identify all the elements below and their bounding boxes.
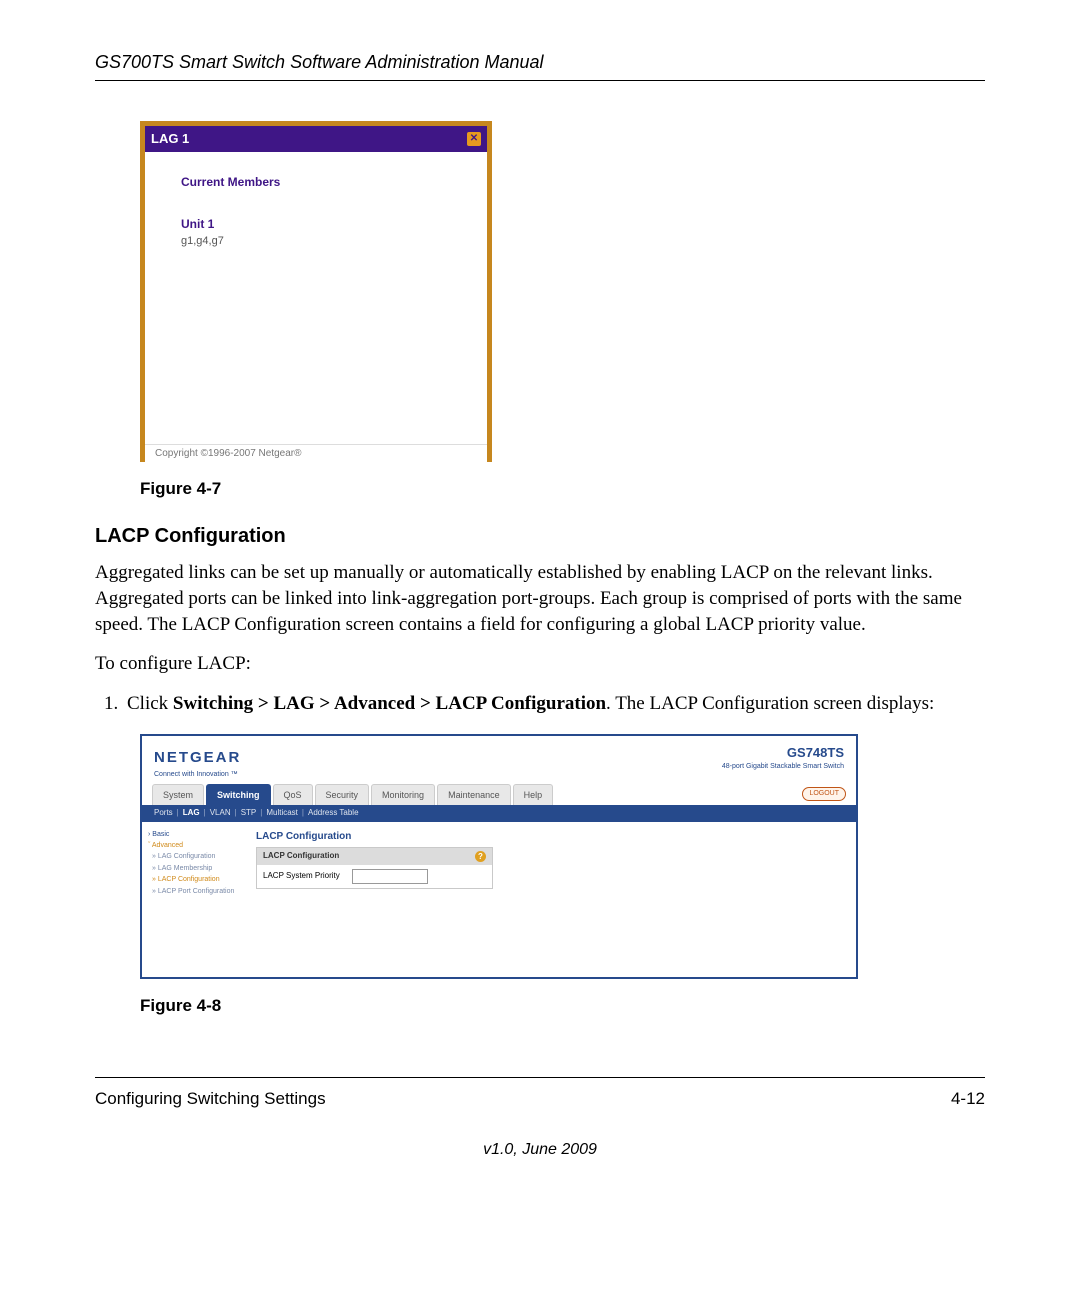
popup-title: LAG 1 [151,130,189,148]
paragraph-1: Aggregated links can be set up manually … [95,560,985,637]
lag-popup: LAG 1 ✕ Current Members Unit 1 g1,g4,g7 … [140,121,492,462]
model-name: GS748TS [722,744,844,762]
config-panel: LACP Configuration ? LACP System Priorit… [256,847,493,889]
subtab-stp[interactable]: STP [241,808,257,819]
tab-system[interactable]: System [152,784,204,805]
step-list: Click Switching > LAG > Advanced > LACP … [95,691,985,717]
footer-version: v1.0, June 2009 [95,1139,985,1161]
priority-input[interactable] [352,869,428,884]
subtab-lag[interactable]: LAG [183,808,200,819]
figure-4-7: LAG 1 ✕ Current Members Unit 1 g1,g4,g7 … [140,121,985,462]
step-1-pre: Click [127,693,173,714]
brand-tagline: Connect with Innovation ™ [154,770,241,779]
subtab-vlan[interactable]: VLAN [210,808,231,819]
close-icon[interactable]: ✕ [467,132,481,146]
priority-label: LACP System Priority [263,871,340,882]
running-header: GS700TS Smart Switch Software Administra… [95,50,985,81]
tab-maintenance[interactable]: Maintenance [437,784,511,805]
main-tab-row: System Switching QoS Security Monitoring… [142,784,856,805]
content-title: LACP Configuration [256,830,844,844]
page-footer: Configuring Switching Settings 4-12 [95,1078,985,1111]
panel-title: LACP Configuration [263,851,339,862]
model-block: GS748TS 48-port Gigabit Stackable Smart … [722,744,844,771]
subtab-address-table[interactable]: Address Table [308,808,359,819]
tab-qos[interactable]: QoS [273,784,313,805]
side-item-lag-membership[interactable]: » LAG Membership [152,864,238,873]
side-item-lacp-config[interactable]: » LACP Configuration [152,875,238,884]
side-nav: › Basic ˇ Advanced » LAG Configuration »… [142,822,244,977]
subtab-multicast[interactable]: Multicast [266,808,298,819]
content-area: LACP Configuration LACP Configuration ? … [244,822,856,977]
priority-row: LACP System Priority [257,865,492,888]
side-basic[interactable]: › Basic [148,830,238,839]
tab-monitoring[interactable]: Monitoring [371,784,435,805]
page-footer-version: v1.0, June 2009 [95,1111,985,1161]
footer-left: Configuring Switching Settings [95,1088,326,1111]
figure-4-8-caption: Figure 4-8 [140,995,985,1018]
unit-ports: g1,g4,g7 [181,234,451,249]
side-advanced[interactable]: ˇ Advanced [148,841,238,850]
tab-switching[interactable]: Switching [206,784,271,805]
popup-titlebar: LAG 1 ✕ [145,126,487,152]
tab-security[interactable]: Security [315,784,370,805]
subtab-ports[interactable]: Ports [154,808,173,819]
lacp-screen: NETGEAR Connect with Innovation ™ GS748T… [140,734,858,978]
side-item-lacp-port-config[interactable]: » LACP Port Configuration [152,887,238,896]
sub-tab-bar: Ports| LAG| VLAN| STP| Multicast| Addres… [142,805,856,822]
side-item-lag-config[interactable]: » LAG Configuration [152,852,238,861]
model-desc: 48-port Gigabit Stackable Smart Switch [722,762,844,771]
figure-4-8: NETGEAR Connect with Innovation ™ GS748T… [140,734,985,978]
brand-logo: NETGEAR [154,749,241,766]
current-members-label: Current Members [181,174,451,190]
popup-body: Current Members Unit 1 g1,g4,g7 [145,152,487,444]
footer-right: 4-12 [951,1088,985,1111]
logout-button[interactable]: LOGOUT [802,787,846,800]
figure-4-7-caption: Figure 4-7 [140,478,985,501]
unit-label: Unit 1 [181,216,451,232]
help-icon[interactable]: ? [475,851,486,862]
side-list: » LAG Configuration » LAG Membership » L… [152,852,238,896]
step-1-path: Switching > LAG > Advanced > LACP Config… [173,693,606,714]
screen-header: NETGEAR Connect with Innovation ™ GS748T… [142,736,856,783]
paragraph-2: To configure LACP: [95,651,985,677]
screen-main: › Basic ˇ Advanced » LAG Configuration »… [142,822,856,977]
panel-header: LACP Configuration ? [257,848,492,865]
popup-copyright: Copyright ©1996-2007 Netgear® [145,444,487,463]
tab-help[interactable]: Help [513,784,554,805]
brand-block: NETGEAR Connect with Innovation ™ [154,744,241,779]
section-heading: LACP Configuration [95,523,985,550]
step-1: Click Switching > LAG > Advanced > LACP … [123,691,985,717]
step-1-post: . The LACP Configuration screen displays… [606,693,934,714]
